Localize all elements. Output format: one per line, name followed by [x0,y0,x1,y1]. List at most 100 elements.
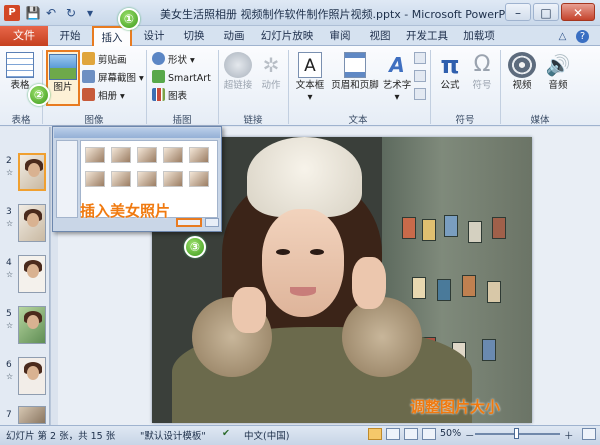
audio-button[interactable]: 🔊 音频 [540,50,576,106]
zoom-slider-thumb[interactable] [514,428,519,439]
theme-status[interactable]: "默认设计模板" [140,428,206,442]
photo-file-icon[interactable] [85,147,105,163]
slide-thumbnail-7[interactable] [18,406,46,424]
tab-developer[interactable]: 开发工具 [402,26,452,46]
tab-design[interactable]: 设计 [136,26,172,46]
minimize-ribbon-icon[interactable]: △ [556,30,569,43]
photo-file-icon[interactable] [163,171,183,187]
clip-art-button[interactable]: 剪贴画 [82,52,127,68]
book [462,275,476,297]
photo-eye [310,249,324,255]
undo-icon[interactable]: ↶ [43,5,59,21]
photo-knit-hat [247,137,362,217]
slide-thumbnail-3[interactable] [18,204,46,242]
slide-thumbnail-4[interactable] [18,255,46,293]
reading-view-icon[interactable] [404,428,418,440]
photo-face [262,209,344,317]
photo-file-icon[interactable] [85,171,105,187]
tab-transitions[interactable]: 切换 [176,26,212,46]
slide-thumbnail-2[interactable] [18,153,46,191]
header-footer-icon [344,52,366,78]
photo-file-icon[interactable] [111,147,131,163]
date-time-icon[interactable] [414,52,426,64]
object-icon[interactable] [414,88,426,100]
group-label-symbols: 符号 [455,115,475,126]
book [402,217,416,239]
action-button[interactable]: ✲ 动作 [256,50,286,106]
slide-thumbnail-6[interactable] [18,357,46,395]
resize-picture-caption: 调整图片大小 [410,398,501,416]
dialog-insert-button[interactable] [176,218,202,227]
step-1-badge: ① [118,8,140,30]
step-3-badge: ③ [184,236,206,258]
pi-icon: π [440,51,460,79]
redo-icon[interactable]: ↻ [63,5,79,21]
tab-file[interactable]: 文件 [0,26,48,46]
tab-view[interactable]: 视图 [362,26,398,46]
screenshot-button[interactable]: 屏幕截图 ▾ [82,70,144,86]
video-button[interactable]: 视频 [504,50,540,106]
symbol-button[interactable]: Ω 符号 [466,50,498,106]
header-footer-button[interactable]: 页眉和页脚 [330,50,380,106]
save-icon[interactable]: 💾 [25,5,41,21]
smartart-button[interactable]: SmartArt [152,70,211,86]
tab-addins[interactable]: 加载项 [456,26,502,46]
help-icon[interactable]: ? [576,30,589,43]
group-label-links: 链接 [243,115,263,126]
group-label-tables: 表格 [11,115,31,126]
picture-button[interactable]: 图片 [46,50,80,106]
dialog-navigation-pane[interactable] [56,140,78,218]
textbox-button[interactable]: A 文本框 ▾ [292,50,328,106]
photo-file-icon[interactable] [163,147,183,163]
animation-star-icon: ☆ [6,219,14,228]
thumbnail-number: 6 [6,360,12,370]
zoom-level[interactable]: 50% [440,428,461,439]
powerpoint-app-icon[interactable]: P [4,5,20,21]
wordart-button[interactable]: A 艺术字 ▾ [380,50,414,106]
fit-to-window-icon[interactable] [582,428,596,440]
tab-home[interactable]: 开始 [52,26,88,46]
normal-view-icon[interactable] [368,428,382,440]
book [444,215,458,237]
hyperlink-button[interactable]: 超链接 [220,50,256,106]
chart-icon [152,88,165,101]
zoom-in-button[interactable]: ＋ [564,428,574,442]
photo-hand [232,287,266,333]
book [422,219,436,241]
photo-album-button[interactable]: 相册 ▾ [82,88,125,104]
tab-review[interactable]: 审阅 [322,26,358,46]
group-label-text: 文本 [348,115,368,126]
chart-button[interactable]: 图表 [152,88,187,104]
thumbnail-number: 7 [6,410,12,420]
formula-button[interactable]: π 公式 [434,50,466,106]
photo-file-icon[interactable] [137,171,157,187]
group-label-images: 图像 [84,115,104,126]
dialog-title-bar[interactable] [54,128,220,138]
film-reel-icon [508,52,536,78]
spellcheck-icon[interactable]: ✔ [222,428,230,439]
minimize-button[interactable]: – [505,3,531,21]
shapes-button[interactable]: 形状 ▾ [152,52,195,68]
photo-file-icon[interactable] [111,171,131,187]
slide-thumbnail-5[interactable] [18,306,46,344]
zoom-out-button[interactable]: － [465,428,475,442]
tab-animations[interactable]: 动画 [216,26,252,46]
table-icon [6,52,34,78]
book [482,339,496,361]
slideshow-view-icon[interactable] [422,428,436,440]
customize-toolbar-icon[interactable]: ▾ [82,5,98,21]
photo-file-icon[interactable] [189,171,209,187]
animation-star-icon: ☆ [6,168,14,177]
tab-slideshow[interactable]: 幻灯片放映 [256,26,318,46]
book [412,277,426,299]
close-button[interactable]: ✕ [561,3,595,21]
thumbnail-number: 3 [6,207,12,217]
dialog-cancel-button[interactable] [205,218,219,227]
thumbnail-number: 4 [6,258,12,268]
slide-number-icon[interactable] [414,70,426,82]
maximize-button[interactable]: □ [533,3,559,21]
photo-file-icon[interactable] [189,147,209,163]
language-status[interactable]: 中文(中国) [244,428,289,442]
photo-file-icon[interactable] [137,147,157,163]
slide-sorter-view-icon[interactable] [386,428,400,440]
